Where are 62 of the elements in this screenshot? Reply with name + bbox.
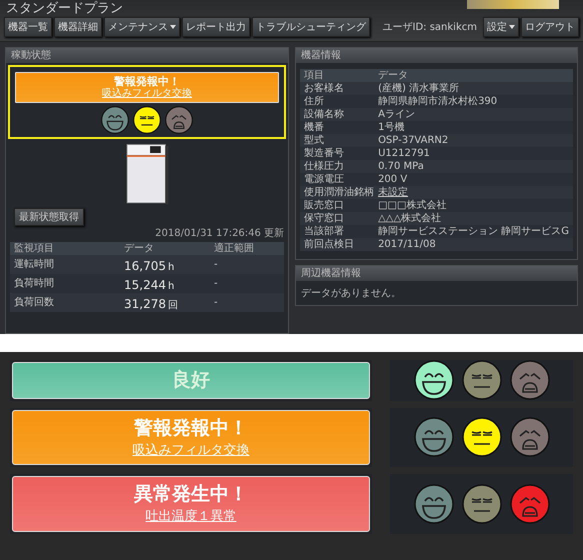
nav-button[interactable]: 機器一覧 [4,17,52,37]
table-cell-text: 設備名称 [304,108,346,121]
table-cell-text: 電源電圧 [304,173,346,186]
nav-button[interactable]: 機器詳細 [54,17,102,37]
table-cell-text: 住所 [304,95,326,108]
table-cell-text: - [214,258,219,272]
alert-title: 警報発報中！ [114,75,180,88]
caret-icon [509,25,515,29]
table-cell-text: 保守窓口 [304,212,346,225]
table-link[interactable]: 未設定 [378,186,408,199]
status-title: 良好 [172,369,210,392]
table-cell-text: Aライン [378,108,416,121]
value-cell-text: 15,244 h [124,277,176,294]
column-header: 適正範囲 [214,242,255,256]
value-cell-text: 16,705 h [124,258,176,274]
value-cell-text: 31,278 回 [124,296,179,312]
caret-icon [170,25,176,29]
table-cell-text: 使用潤滑油銘柄 [304,186,376,199]
table-cell-text: 2017/11/08 [378,238,437,251]
menu-button[interactable]: ログアウト [521,17,579,37]
table-cell-text: 運転時間 [14,258,55,272]
column-header: データ [124,242,155,256]
panel-title: 周辺機器情報 [296,266,577,281]
table-cell-text: 当該部署 [304,225,346,238]
table-cell-text: 200 V [378,173,408,186]
panel-title: 機器情報 [296,48,577,63]
table-cell-text: 0.70 MPa [378,160,425,173]
table-cell-text: 1号機 [378,121,406,134]
table-cell-text: U1212791 [378,147,431,160]
table-cell-text: 製造番号 [304,147,346,160]
table-cell-text: △△△株式会社 [378,212,442,225]
machine-drawing [124,143,170,206]
app-title: スタンダードプラン [5,0,123,17]
table-cell-text: 仕様圧力 [304,160,346,173]
column-header: 項目 [304,69,326,82]
status-title: 異常発生中！ [134,483,248,506]
nav-button[interactable]: メンテナンス [104,17,180,37]
user-id: ユーザID: sankikcm [382,21,477,34]
table-cell-text: - [214,296,219,310]
table-cell-text: 機番 [304,121,326,134]
menu-button[interactable]: 設定 [483,17,519,37]
status-title: 警報発報中！ [134,416,248,440]
table-cell-text: 販売窓口 [304,199,346,212]
table-cell-text: 負荷時間 [14,277,55,290]
table-cell-text: □□□株式会社 [378,199,448,212]
table-cell-text: 型式 [304,134,326,147]
updated-time: 2018/01/31 17:26:46 更新 [155,226,284,240]
refresh-button[interactable]: 最新状態取得 [14,208,84,226]
empty-message: データがありません。 [300,287,402,301]
nav-button[interactable]: トラブルシューティング [252,17,370,37]
column-header: データ [378,69,410,82]
table-cell-text: (産機) 清水事業所 [378,82,460,95]
panel-title: 稼動状態 [6,48,288,63]
table-cell-text: お客様名 [304,82,346,95]
table-cell-text: 静岡県静岡市清水村松390 [378,95,498,108]
nav-button[interactable]: レポート出力 [182,17,250,37]
table-cell-text: 前回点検日 [304,238,356,251]
table-cell-text: 負荷回数 [14,296,55,310]
column-header: 監視項目 [14,242,55,256]
table-cell: 静岡サービスステーション 静岡サービスG [378,225,569,238]
table-cell-text: OSP-37VARN2 [378,134,450,147]
table-cell-text: - [214,277,219,290]
